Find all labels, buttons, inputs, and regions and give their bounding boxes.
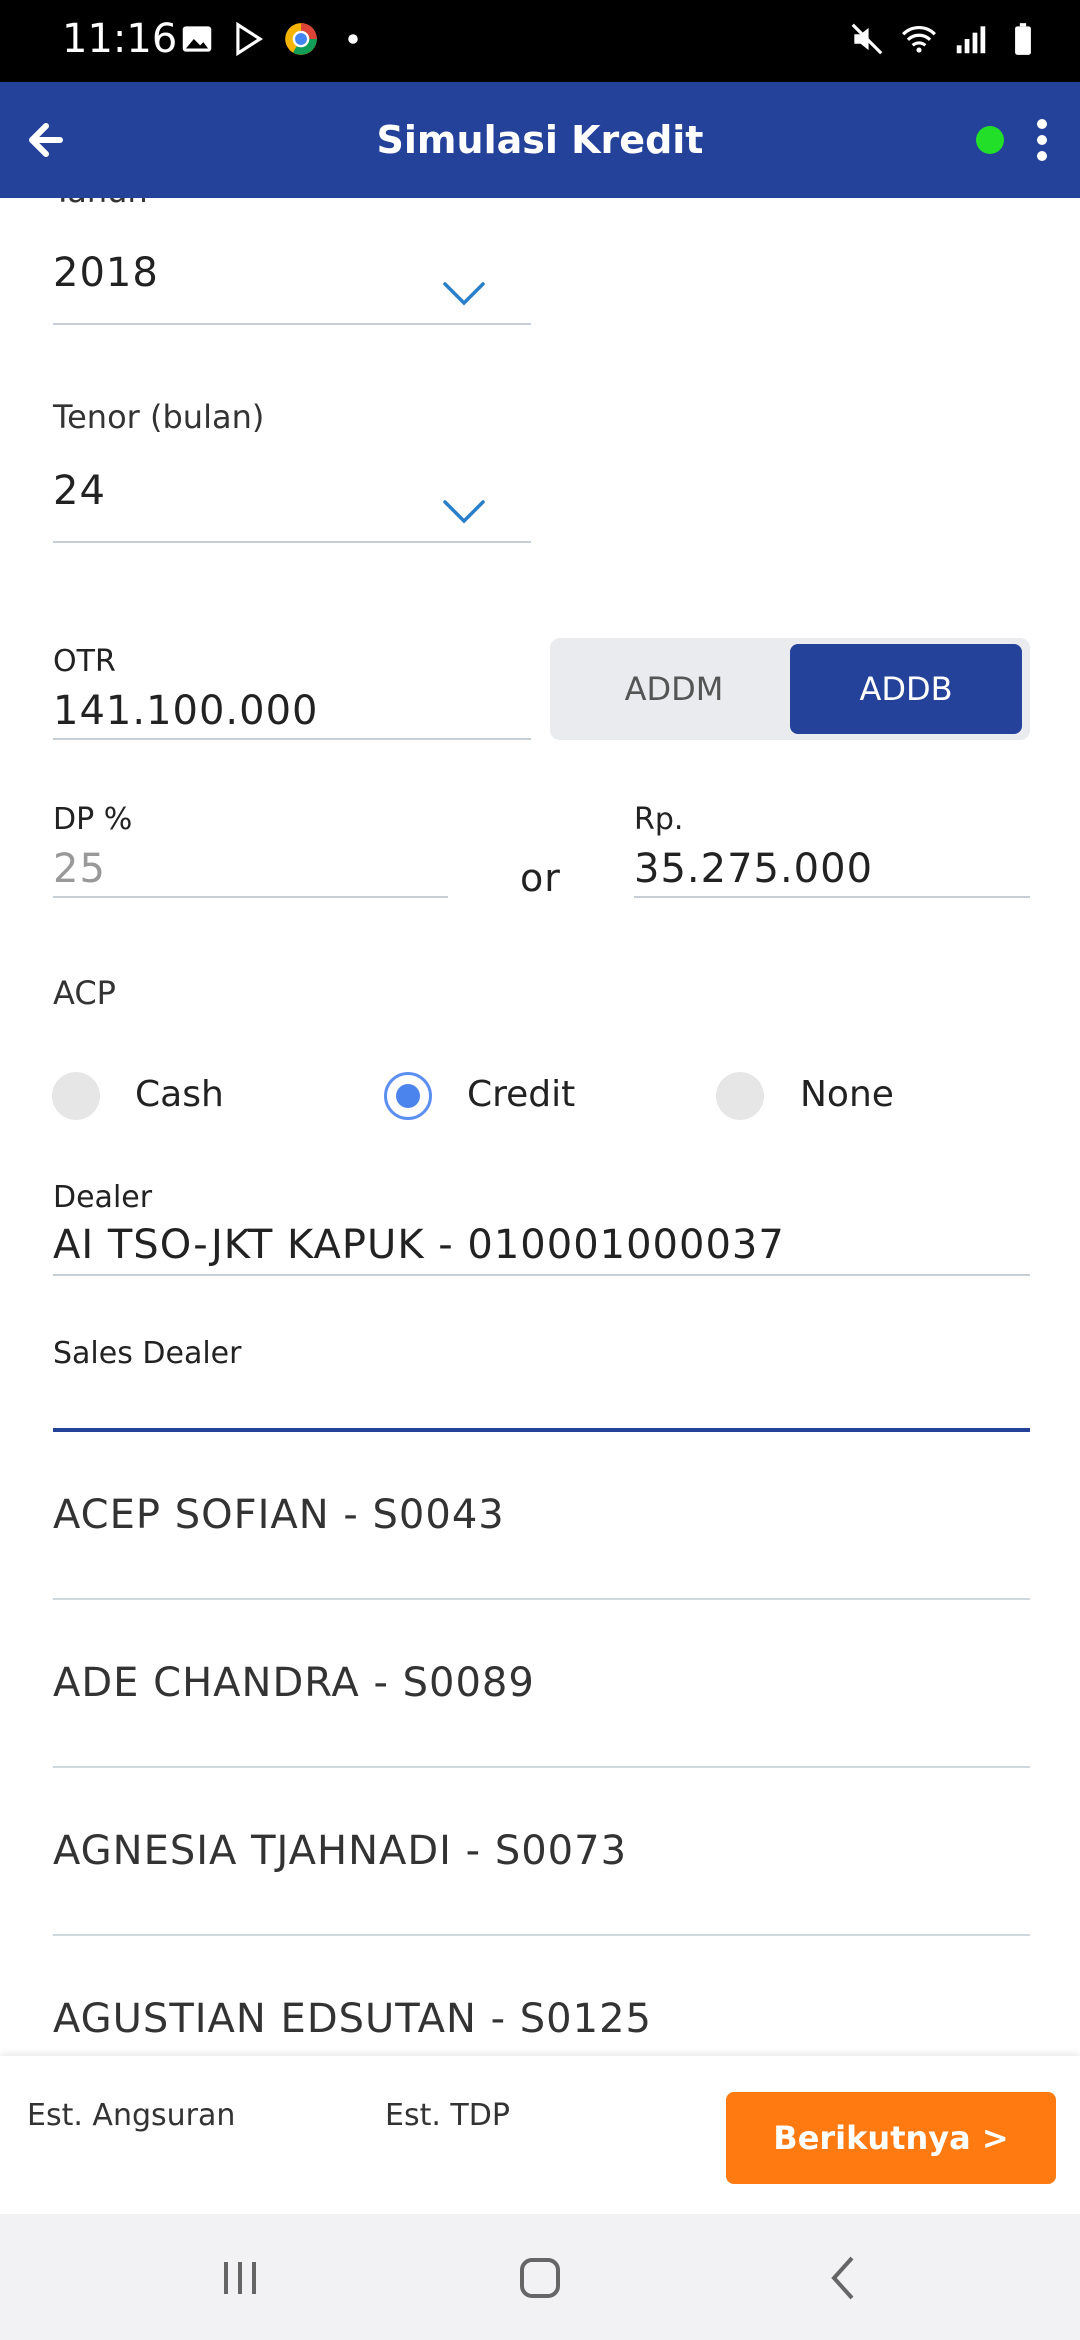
page-title: Simulasi Kredit (376, 118, 704, 162)
system-nav-bar (0, 2214, 1080, 2340)
dp-rp-input[interactable]: 35.275.000 (634, 846, 873, 892)
status-bar: 11:16 (0, 0, 1080, 82)
sales-dealer-input[interactable] (53, 1382, 1030, 1430)
list-item[interactable]: AGNESIA TJAHNADI - S0073 (53, 1828, 627, 1874)
acp-label: ACP (53, 974, 116, 1012)
addm-button[interactable]: ADDM (558, 644, 790, 734)
acp-radio-credit[interactable] (384, 1072, 432, 1120)
acp-option-cash-label[interactable]: Cash (135, 1074, 224, 1115)
dp-rp-label: Rp. (634, 802, 684, 837)
chevron-down-icon[interactable] (442, 280, 486, 308)
back-nav-icon[interactable] (812, 2246, 876, 2310)
tahun-select[interactable]: 2018 (53, 250, 159, 296)
tahun-label: Tahun (53, 198, 148, 210)
bottom-summary-bar: Est. Angsuran Est. TDP Berikutnya > (0, 2056, 1080, 2214)
battery-icon (1015, 23, 1031, 55)
acp-option-credit-label[interactable]: Credit (467, 1074, 575, 1115)
tahun-underline (53, 323, 531, 325)
app-bar: Simulasi Kredit (0, 82, 1080, 198)
dot-icon (348, 34, 358, 44)
tenor-underline (53, 541, 531, 543)
dp-percent-underline (53, 896, 448, 898)
online-status-indicator (976, 126, 1004, 154)
dp-percent-input[interactable]: 25 (53, 846, 106, 892)
acp-radio-none[interactable] (716, 1072, 764, 1120)
next-button[interactable]: Berikutnya > (726, 2092, 1056, 2184)
otr-underline (53, 738, 531, 740)
dealer-input[interactable]: AI TSO-JKT KAPUK - 010001000037 (53, 1222, 785, 1268)
form-content[interactable]: Tahun 2018 Tenor (bulan) 24 OTR 141.100.… (0, 198, 1080, 2056)
addb-button[interactable]: ADDB (790, 644, 1022, 734)
dealer-label: Dealer (53, 1180, 153, 1215)
est-angsuran-label: Est. Angsuran (27, 2098, 236, 2133)
list-item[interactable]: ADE CHANDRA - S0089 (53, 1660, 535, 1706)
home-icon[interactable] (508, 2246, 572, 2310)
dp-percent-label: DP % (53, 802, 133, 837)
list-divider (53, 1598, 1030, 1600)
list-item[interactable]: ACEP SOFIAN - S0043 (53, 1492, 505, 1538)
sales-dealer-label: Sales Dealer (53, 1336, 242, 1371)
signal-icon (956, 26, 986, 54)
chrome-like-icon (285, 23, 317, 55)
wifi-icon (902, 26, 936, 53)
or-text: or (520, 856, 561, 900)
recent-apps-icon[interactable] (208, 2246, 272, 2310)
dealer-underline (53, 1274, 1030, 1276)
otr-label: OTR (53, 644, 116, 679)
tenor-label: Tenor (bulan) (53, 398, 265, 436)
status-right-icons (848, 20, 1042, 58)
dp-rp-underline (634, 896, 1030, 898)
acp-radio-cash[interactable] (52, 1072, 100, 1120)
list-divider (53, 1934, 1030, 1936)
list-divider (53, 1766, 1030, 1768)
otr-input[interactable]: 141.100.000 (53, 688, 318, 734)
play-store-icon (236, 21, 264, 57)
status-time: 11:16 (62, 16, 178, 62)
sales-dealer-underline-focused (53, 1428, 1030, 1432)
status-left-icons (178, 20, 372, 58)
mute-icon (851, 23, 883, 55)
tenor-select[interactable]: 24 (53, 468, 106, 514)
gallery-icon (182, 26, 212, 52)
acp-option-none-label[interactable]: None (800, 1074, 894, 1115)
list-item[interactable]: AGUSTIAN EDSUTAN - S0125 (53, 1996, 652, 2042)
est-tdp-label: Est. TDP (385, 2098, 510, 2133)
chevron-down-icon[interactable] (442, 498, 486, 526)
addm-addb-toggle: ADDM ADDB (550, 638, 1030, 740)
overflow-menu-icon[interactable] (1022, 110, 1062, 170)
